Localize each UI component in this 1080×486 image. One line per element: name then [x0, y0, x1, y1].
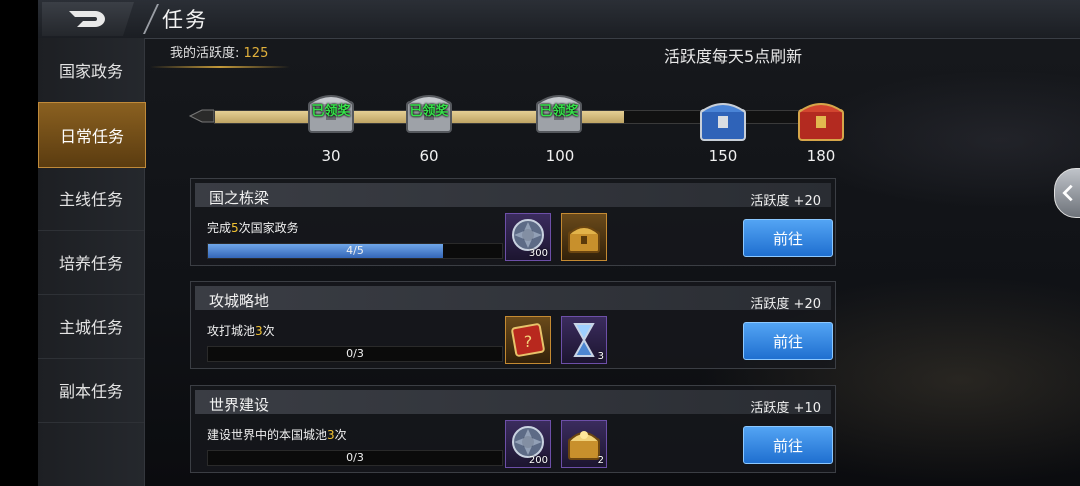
task-header: 国之栋梁 活跃度 +20	[195, 183, 831, 209]
desc-text: 次国家政务	[238, 221, 299, 235]
sidebar-item-training[interactable]: 培养任务	[38, 230, 144, 295]
chest-threshold: 30	[321, 147, 341, 165]
task-description: 建设世界中的本国城池3次	[207, 426, 347, 443]
reward-item[interactable]: ?	[505, 316, 551, 364]
sidebar-item-label: 主线任务	[58, 190, 123, 209]
back-arrow-icon	[69, 11, 105, 27]
task-header: 攻城略地 活跃度 +20	[195, 286, 831, 312]
desc-highlight: 3	[255, 324, 263, 338]
activity-underline	[150, 66, 290, 68]
sidebar-item-main-city[interactable]: 主城任务	[38, 294, 144, 359]
task-title: 攻城略地	[209, 292, 270, 310]
reward-item[interactable]	[561, 213, 607, 261]
go-button[interactable]: 前往	[743, 219, 833, 257]
task-progress-text: 4/5	[346, 244, 364, 257]
sidebar-item-dungeon[interactable]: 副本任务	[38, 358, 144, 423]
activity-label-text: 我的活跃度:	[170, 46, 240, 61]
chest-threshold: 60	[419, 147, 439, 165]
chest-claimed-label: 已领奖	[409, 104, 449, 119]
task-description: 攻打城池3次	[207, 322, 275, 339]
task-card: 攻城略地 活跃度 +20 攻打城池3次 0/3 ? 3 前往	[190, 281, 836, 369]
chest-threshold: 150	[708, 147, 738, 165]
reward-item[interactable]: 3	[561, 316, 607, 364]
svg-text:?: ?	[524, 332, 533, 351]
activity-label: 我的活跃度: 125	[170, 42, 268, 61]
desc-text: 次	[334, 428, 347, 442]
task-description: 完成5次国家政务	[207, 219, 299, 236]
chest-180[interactable]	[794, 94, 848, 144]
reward-count: 200	[528, 455, 548, 466]
left-black-bar	[0, 0, 38, 486]
sidebar: 国家政务 日常任务 主线任务 培养任务 主城任务 副本任务	[38, 38, 146, 486]
page-title: 任务	[162, 8, 208, 32]
reward-item[interactable]: 200	[505, 420, 551, 468]
reward-count: 3	[597, 351, 604, 362]
task-header: 世界建设 活跃度 +10	[195, 390, 831, 416]
refresh-note: 活跃度每天5点刷新	[664, 47, 803, 66]
task-progress-text: 0/3	[346, 347, 364, 360]
reward-item[interactable]: 300	[505, 213, 551, 261]
gold-chest-icon	[568, 226, 600, 253]
desc-text: 完成	[207, 221, 232, 235]
chest-threshold: 180	[806, 147, 836, 165]
reward-count: 300	[528, 248, 548, 259]
chest-30[interactable]: 已领奖	[304, 86, 358, 136]
sidebar-item-label: 培养任务	[58, 254, 123, 273]
reward-count: 2	[597, 455, 604, 466]
chest-claimed-label: 已领奖	[539, 104, 579, 119]
activity-value: 125	[243, 46, 269, 61]
sidebar-item-label: 主城任务	[58, 318, 123, 337]
sidebar-item-label: 副本任务	[58, 382, 123, 401]
back-button[interactable]	[42, 2, 134, 36]
task-progress-bar: 4/5	[207, 243, 503, 259]
desc-text: 攻打城池	[207, 324, 256, 338]
chest-100[interactable]: 已领奖	[532, 86, 586, 136]
track-start-arrow-icon	[188, 109, 214, 123]
go-button[interactable]: 前往	[743, 322, 833, 360]
task-progress-bar: 0/3	[207, 450, 503, 466]
sidebar-item-main-quest[interactable]: 主线任务	[38, 166, 144, 231]
blue-chest-icon	[700, 103, 746, 141]
desc-text: 次	[262, 324, 275, 338]
task-card: 国之栋梁 活跃度 +20 完成5次国家政务 4/5 300 前往	[190, 178, 836, 266]
go-button[interactable]: 前往	[743, 426, 833, 464]
chest-60[interactable]: 已领奖	[402, 86, 456, 136]
chest-150[interactable]	[696, 94, 750, 144]
task-points: 活跃度 +10	[750, 401, 821, 416]
task-progress-text: 0/3	[346, 451, 364, 464]
desc-text: 建设世界中的本国城池	[207, 428, 328, 442]
red-chest-icon	[798, 103, 844, 141]
sidebar-item-daily-tasks[interactable]: 日常任务	[38, 102, 146, 168]
task-title: 国之栋梁	[209, 189, 270, 207]
reward-item[interactable]: 2	[561, 420, 607, 468]
chest-threshold: 100	[545, 147, 575, 165]
task-progress-bar: 0/3	[207, 346, 503, 362]
task-points: 活跃度 +20	[750, 194, 821, 209]
sidebar-item-label: 国家政务	[58, 62, 123, 81]
task-title: 世界建设	[209, 396, 270, 414]
sidebar-item-national-affairs[interactable]: 国家政务	[38, 38, 144, 103]
sidebar-item-label: 日常任务	[59, 127, 124, 146]
task-points: 活跃度 +20	[750, 297, 821, 312]
chest-claimed-label: 已领奖	[311, 104, 351, 119]
chevron-left-icon	[1062, 184, 1073, 202]
desc-highlight: 5	[231, 221, 239, 235]
desc-highlight: 3	[327, 428, 335, 442]
mystery-scroll-icon: ?	[511, 323, 545, 357]
task-card: 世界建设 活跃度 +10 建设世界中的本国城池3次 0/3 200 2 前往	[190, 385, 836, 473]
